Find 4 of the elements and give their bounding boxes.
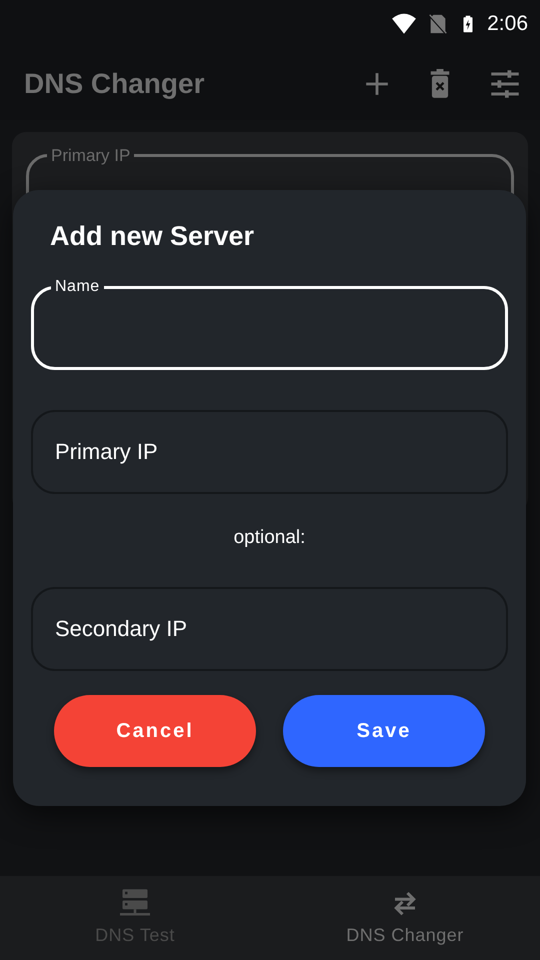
status-time: 2:06 (487, 11, 528, 38)
dialog-title: Add new Server (50, 220, 256, 252)
app-title: DNS Changer (24, 67, 206, 101)
optional-label: optional: (234, 527, 306, 548)
